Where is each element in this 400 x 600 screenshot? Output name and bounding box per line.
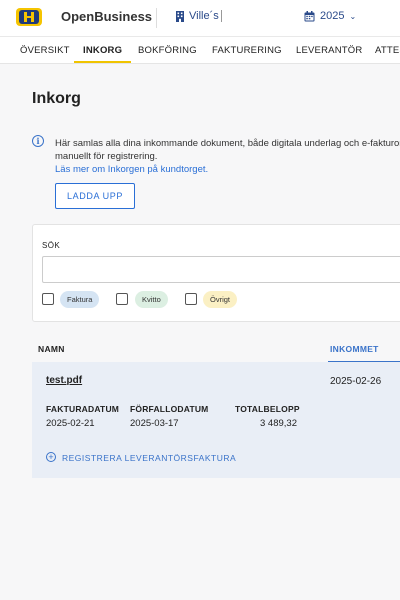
filter-ovrigt-chip: Övrigt xyxy=(203,291,238,308)
tab-fakturering[interactable]: FAKTURERING xyxy=(212,37,282,63)
help-link[interactable]: Läs mer om Inkorgen på kundtorget. xyxy=(55,164,208,175)
list-item[interactable]: test.pdf 2025-02-26 FAKTURADATUM FÖRFALL… xyxy=(32,362,400,478)
filter-kvitto-chip: Kvitto xyxy=(135,291,168,308)
filter-faktura-checkbox[interactable] xyxy=(42,293,54,305)
invoice-date-label: FAKTURADATUM xyxy=(46,404,120,414)
filter-kvitto-checkbox[interactable] xyxy=(116,293,128,305)
info-line-2: manuellt för registrering. xyxy=(55,151,158,162)
due-date-value: 2025-03-17 xyxy=(130,418,179,429)
company-logo-icon[interactable] xyxy=(16,8,42,26)
search-panel: SÖK Faktura Kvitto Övrigt xyxy=(32,224,400,322)
search-label: SÖK xyxy=(42,241,61,250)
main-navigation: ÖVERSIKT INKORG BOKFÖRING FAKTURERING LE… xyxy=(0,36,400,64)
year-selector[interactable]: 2025 ⌄ xyxy=(304,10,356,22)
tab-leverantor[interactable]: LEVERANTÖR xyxy=(296,37,362,63)
tab-bokforing[interactable]: BOKFÖRING xyxy=(138,37,197,63)
search-input[interactable] xyxy=(42,256,400,283)
total-amount-label: TOTALBELOPP xyxy=(235,404,300,414)
tab-attest[interactable]: ATTES xyxy=(375,37,400,63)
total-amount-value: 3 489,32 xyxy=(260,418,297,429)
due-date-label: FÖRFALLODATUM xyxy=(130,404,209,414)
header-divider xyxy=(156,8,157,28)
plus-circle-icon[interactable]: + xyxy=(46,452,56,462)
invoice-date-value: 2025-02-21 xyxy=(46,418,95,429)
company-name: Ville´s xyxy=(189,10,222,22)
company-selector[interactable]: Ville´s xyxy=(175,10,222,22)
building-icon xyxy=(176,10,184,22)
tab-oversikt[interactable]: ÖVERSIKT xyxy=(20,37,70,63)
column-name-header[interactable]: NAMN xyxy=(38,344,65,354)
filter-ovrigt-checkbox[interactable] xyxy=(185,293,197,305)
page-title: Inkorg xyxy=(32,90,81,107)
year-value: 2025 xyxy=(320,10,345,22)
document-name-link[interactable]: test.pdf xyxy=(46,375,82,386)
upload-button[interactable]: LADDA UPP xyxy=(55,183,135,209)
brand-name: OpenBusiness xyxy=(61,9,153,24)
calendar-icon xyxy=(304,10,315,21)
column-received-header[interactable]: INKOMMET xyxy=(328,336,400,362)
info-text: Här samlas alla dina inkommande dokument… xyxy=(55,137,400,163)
top-bar: OpenBusiness Ville´s 2025 ⌄ xyxy=(0,0,400,36)
filter-faktura-chip: Faktura xyxy=(60,291,100,308)
info-line-1: Här samlas alla dina inkommande dokument… xyxy=(55,138,400,149)
received-date: 2025-02-26 xyxy=(330,376,382,387)
list-header: NAMN INKOMMET xyxy=(32,336,400,362)
tab-inkorg[interactable]: INKORG xyxy=(73,37,132,63)
chevron-down-icon: ⌄ xyxy=(349,11,357,21)
info-icon: i xyxy=(32,135,44,147)
register-supplier-invoice-link[interactable]: REGISTRERA LEVERANTÖRSFAKTURA xyxy=(62,453,236,463)
